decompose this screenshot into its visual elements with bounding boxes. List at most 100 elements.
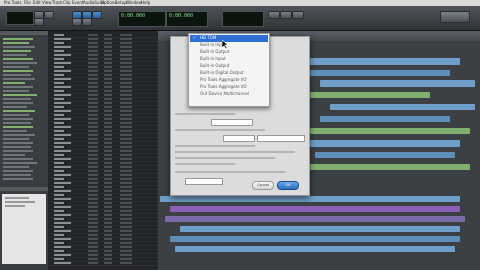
list-item[interactable]	[3, 38, 33, 40]
track-control[interactable]	[88, 114, 98, 116]
track-control[interactable]	[120, 202, 132, 204]
track-control[interactable]	[120, 138, 132, 140]
track-control[interactable]	[88, 90, 98, 92]
track-control[interactable]	[88, 122, 98, 124]
list-item[interactable]	[3, 114, 29, 116]
track-control[interactable]	[104, 150, 112, 152]
list-item[interactable]	[3, 150, 33, 152]
track-control[interactable]	[104, 106, 112, 108]
dropdown-option[interactable]: Built-in Output	[190, 63, 268, 70]
track-control[interactable]	[104, 118, 112, 120]
dropdown-option[interactable]: Pro Tools Aggregate I/O	[190, 84, 268, 91]
track-control[interactable]	[120, 254, 132, 256]
track-control[interactable]	[120, 258, 132, 260]
track-control[interactable]	[104, 94, 112, 96]
track-row[interactable]	[48, 261, 158, 266]
track-control[interactable]	[104, 206, 112, 208]
track-control[interactable]	[120, 58, 132, 60]
list-item[interactable]	[3, 126, 33, 128]
track-control[interactable]	[104, 86, 112, 88]
track-control[interactable]	[104, 38, 112, 40]
track-control[interactable]	[88, 54, 98, 56]
track-control[interactable]	[104, 166, 112, 168]
track-control[interactable]	[120, 194, 132, 196]
track-control[interactable]	[120, 118, 132, 120]
audio-clip[interactable]	[160, 196, 460, 202]
track-control[interactable]	[88, 170, 98, 172]
track-control[interactable]	[104, 190, 112, 192]
track-control[interactable]	[104, 138, 112, 140]
track-control[interactable]	[88, 198, 98, 200]
track-control[interactable]	[104, 226, 112, 228]
track-control[interactable]	[104, 34, 112, 36]
track-control[interactable]	[88, 70, 98, 72]
track-control[interactable]	[88, 166, 98, 168]
track-control[interactable]	[120, 146, 132, 148]
track-control[interactable]	[88, 222, 98, 224]
track-control[interactable]	[120, 38, 132, 40]
track-control[interactable]	[104, 70, 112, 72]
track-control[interactable]	[88, 78, 98, 80]
track-control[interactable]	[104, 42, 112, 44]
track-control[interactable]	[120, 94, 132, 96]
main-counter[interactable]: 0:00.000	[118, 11, 166, 27]
track-control[interactable]	[104, 122, 112, 124]
list-item[interactable]	[3, 118, 33, 120]
list-item[interactable]	[3, 98, 31, 100]
list-item[interactable]	[3, 142, 33, 144]
track-control[interactable]	[88, 258, 98, 260]
track-control[interactable]	[120, 218, 132, 220]
track-control[interactable]	[120, 98, 132, 100]
grid-nudge-button[interactable]	[440, 11, 470, 23]
audio-clip[interactable]	[310, 164, 470, 170]
list-item[interactable]	[3, 162, 37, 164]
list-item[interactable]	[3, 90, 29, 92]
track-control[interactable]	[104, 234, 112, 236]
track-control[interactable]	[88, 182, 98, 184]
track-control[interactable]	[88, 214, 98, 216]
settings-select[interactable]	[211, 119, 253, 126]
audio-clip[interactable]	[310, 70, 450, 76]
dropdown-option[interactable]: Built-in Output	[190, 49, 268, 56]
track-control[interactable]	[88, 254, 98, 256]
track-control[interactable]	[120, 150, 132, 152]
list-item[interactable]	[3, 74, 31, 76]
track-control[interactable]	[104, 78, 112, 80]
track-control[interactable]	[88, 130, 98, 132]
track-control[interactable]	[104, 218, 112, 220]
track-control[interactable]	[88, 34, 98, 36]
dropdown-option[interactable]: Pro Tools Aggregate I/O	[190, 77, 268, 84]
track-control[interactable]	[88, 98, 98, 100]
audio-clip[interactable]	[165, 216, 465, 222]
audio-clip[interactable]	[170, 206, 460, 212]
track-control[interactable]	[104, 126, 112, 128]
track-control[interactable]	[120, 238, 132, 240]
audio-clip[interactable]	[320, 80, 475, 87]
track-control[interactable]	[120, 226, 132, 228]
track-control[interactable]	[104, 230, 112, 232]
track-control[interactable]	[88, 126, 98, 128]
audio-clip[interactable]	[330, 104, 475, 110]
list-item[interactable]	[3, 166, 29, 168]
list-item[interactable]	[3, 110, 35, 112]
dropdown-option-selected[interactable]: ✓ HD TDM	[190, 35, 268, 42]
track-control[interactable]	[104, 210, 112, 212]
audio-clip[interactable]	[300, 58, 460, 65]
track-control[interactable]	[104, 258, 112, 260]
track-control[interactable]	[88, 134, 98, 136]
track-control[interactable]	[88, 162, 98, 164]
track-control[interactable]	[120, 178, 132, 180]
track-control[interactable]	[120, 74, 132, 76]
track-control[interactable]	[104, 110, 112, 112]
track-control[interactable]	[88, 110, 98, 112]
track-control[interactable]	[120, 34, 132, 36]
track-control[interactable]	[104, 174, 112, 176]
list-item[interactable]	[3, 78, 35, 80]
list-item[interactable]	[3, 174, 31, 176]
audio-clip[interactable]	[310, 128, 470, 134]
track-control[interactable]	[88, 206, 98, 208]
dropdown-option[interactable]: Built-in Digital Output	[190, 70, 268, 77]
track-control[interactable]	[120, 186, 132, 188]
track-control[interactable]	[88, 194, 98, 196]
list-item[interactable]	[3, 102, 33, 104]
